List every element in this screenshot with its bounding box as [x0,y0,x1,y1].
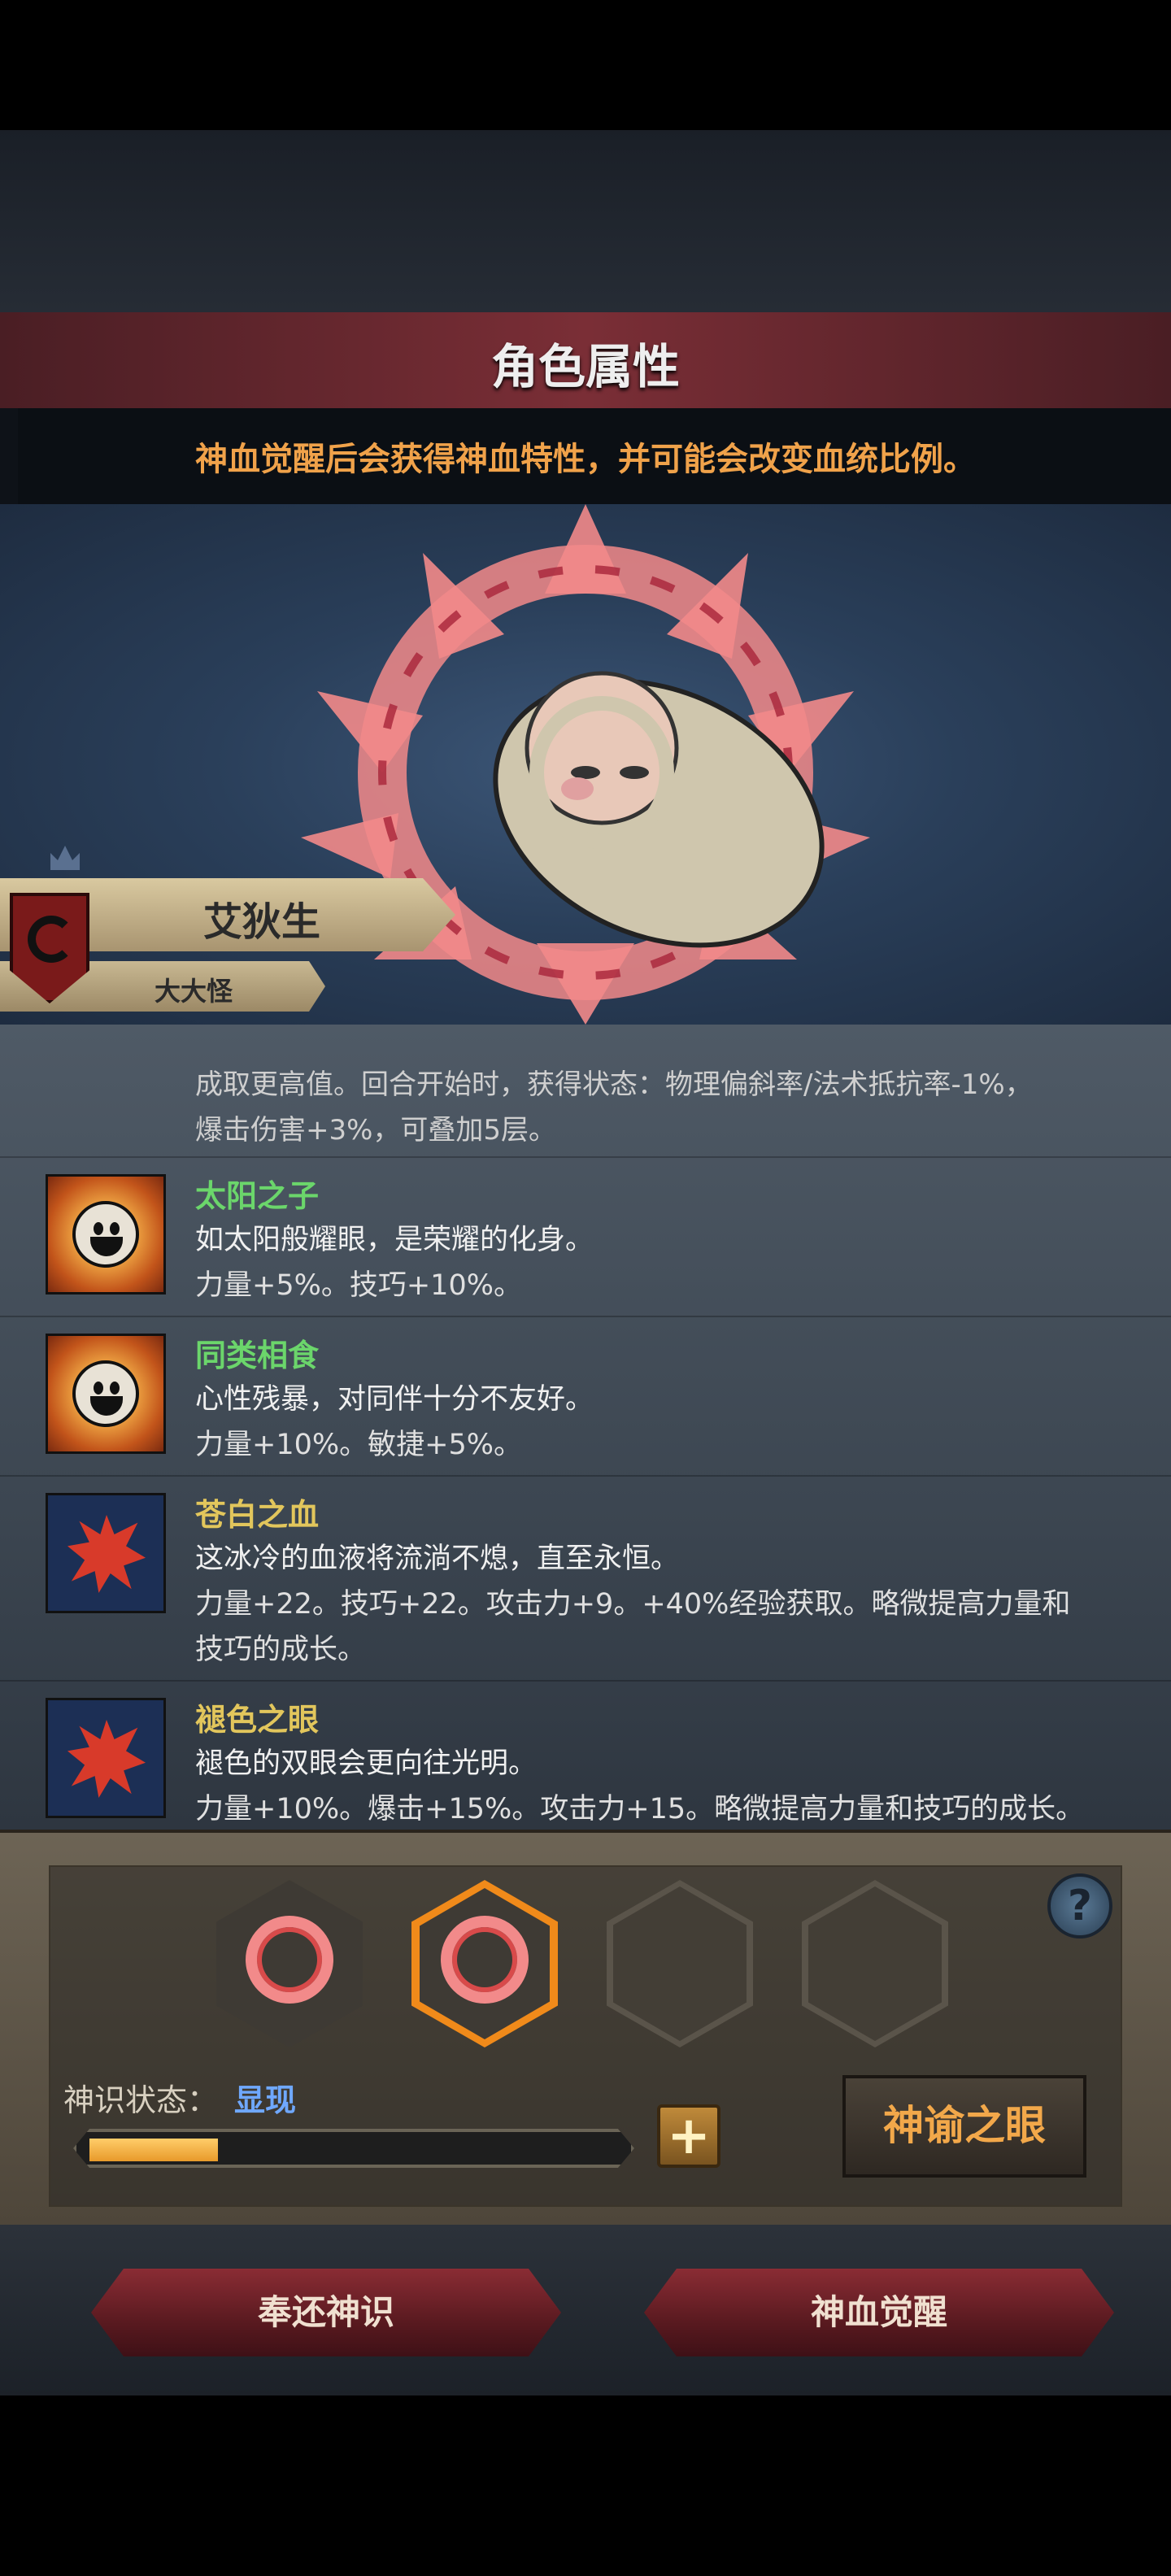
cutoff-trait-line-2: 爆击伤害+3%，可叠加5层。 [195,1114,557,1147]
trait-name: 苍白之血 [195,1497,320,1533]
divine-state-label: 神识状态： [63,2082,219,2118]
oracle-eye-button[interactable]: 神谕之眼 [842,2075,1086,2178]
blood-splatter-icon [46,1493,166,1613]
trait-stat: 力量+10%。敏捷+5%。 [195,1429,522,1461]
trait-name: 褪色之眼 [195,1702,320,1738]
smiling-sun-icon [46,1174,166,1295]
divine-state-value: 显现 [234,2082,297,2118]
return-divine-button[interactable]: 奉还神识 [91,2269,561,2356]
divider [0,1156,1171,1158]
trait-stat: 技巧的成长。 [195,1634,367,1666]
page-title: 角色属性 [490,339,680,394]
trait-stat: 力量+5%。技巧+10%。 [195,1269,522,1302]
character-class: 大大怪 [155,976,233,1007]
divider [0,1680,1171,1682]
bottom-black-bar [0,2395,1171,2576]
blood-splatter-icon [46,1698,166,1818]
trait-name: 同类相食 [195,1338,320,1373]
title-bar: 角色属性 [0,312,1171,408]
notice-bar: 神血觉醒后会获得神血特性，并可能会改变血统比例。 [0,408,1171,504]
divider [0,1475,1171,1477]
trait-stat: 力量+22。技巧+22。攻击力+9。+40%经验获取。略微提高力量和 [195,1588,1071,1621]
trait-desc: 这冰冷的血液将流淌不熄，直至永恒。 [195,1543,680,1575]
divine-sun-emblem-icon [441,1916,529,2004]
trait-name: 太阳之子 [195,1178,320,1214]
trait-desc: 如太阳般耀眼，是荣耀的化身。 [195,1224,594,1256]
notice-text: 神血觉醒后会获得神血特性，并可能会改变血统比例。 [195,441,976,478]
add-button[interactable]: + [657,2104,720,2168]
divine-sun-emblem-icon [246,1916,333,2004]
divider [0,1316,1171,1317]
blood-awaken-button[interactable]: 神血觉醒 [644,2269,1114,2356]
help-button[interactable]: ? [1047,1873,1112,1939]
cutoff-trait-line-1: 成取更高值。回合开始时，获得状态：物理偏斜率/法术抵抗率-1%， [195,1068,1033,1101]
trait-stat: 力量+10%。爆击+15%。攻击力+15。略微提高力量和技巧的成长。 [195,1793,1085,1825]
divine-progress-bar [73,2129,634,2168]
character-name: 艾狄生 [203,899,321,945]
top-black-bar [0,0,1171,130]
crescent-moon-icon [28,916,75,963]
trait-desc: 心性残暴，对同伴十分不友好。 [195,1383,594,1416]
upper-background [0,130,1171,312]
trait-desc: 褪色的双眼会更向往光明。 [195,1747,538,1780]
smiling-sun-icon [46,1334,166,1454]
progress-fill [89,2139,218,2161]
trait-list[interactable]: 成取更高值。回合开始时，获得状态：物理偏斜率/法术抵抗率-1%， 爆击伤害+3%… [0,1025,1171,1830]
